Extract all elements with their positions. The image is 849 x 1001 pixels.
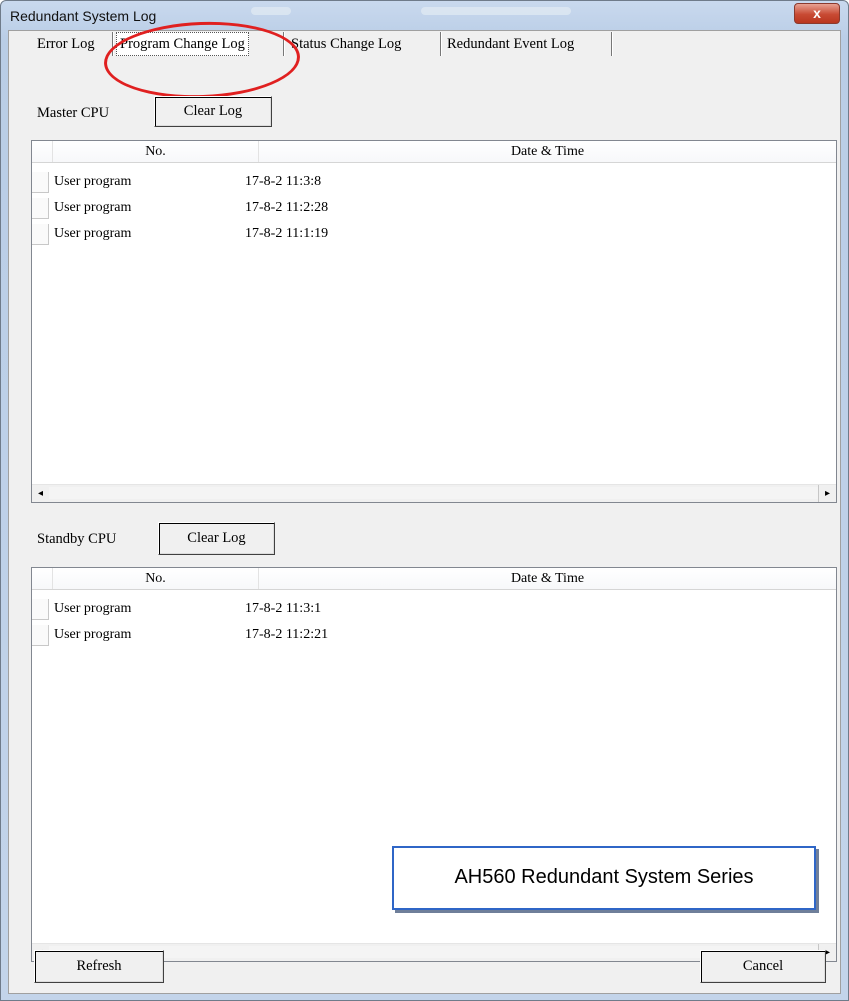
row-gutter <box>32 599 49 620</box>
window-title: Redundant System Log <box>10 8 157 24</box>
row-datetime: 17-8-2 11:3:1 <box>245 601 322 616</box>
row-no: User program <box>54 174 132 189</box>
close-button[interactable]: x <box>794 3 840 24</box>
tab-separator <box>611 32 613 56</box>
cancel-label: Cancel <box>742 958 784 974</box>
table-row[interactable]: User program 17-8-2 11:3:1 <box>32 597 836 621</box>
scroll-right-icon[interactable]: ▸ <box>819 485 836 502</box>
column-header-no[interactable]: No. <box>53 568 259 589</box>
master-cpu-label: Master CPU <box>37 105 110 121</box>
blurred-title-text <box>421 7 571 15</box>
standby-list-header: No. Date & Time <box>32 568 836 590</box>
tab-redundant-event-log[interactable]: Redundant Event Log <box>447 31 574 57</box>
row-gutter <box>32 198 49 219</box>
row-gutter <box>32 625 49 646</box>
table-row[interactable]: User program 17-8-2 11:3:8 <box>32 170 836 194</box>
header-gutter <box>32 141 53 162</box>
row-datetime: 17-8-2 11:3:8 <box>245 174 322 189</box>
scroll-track[interactable] <box>49 487 819 499</box>
title-bar[interactable]: Redundant System Log x <box>1 1 848 31</box>
row-gutter <box>32 224 49 245</box>
row-gutter <box>32 172 49 193</box>
row-datetime: 17-8-2 11:1:19 <box>245 226 329 241</box>
tab-separator <box>112 32 114 56</box>
column-header-datetime[interactable]: Date & Time <box>259 568 836 589</box>
row-datetime: 17-8-2 11:2:21 <box>245 627 329 642</box>
cancel-button[interactable]: Cancel <box>700 950 826 983</box>
tab-error-log[interactable]: Error Log <box>37 31 95 57</box>
row-datetime: 17-8-2 11:2:28 <box>245 200 329 215</box>
master-clear-log-button[interactable]: Clear Log <box>154 96 272 127</box>
column-header-no[interactable]: No. <box>53 141 259 162</box>
clear-log-label: Clear Log <box>183 103 243 119</box>
header-gutter <box>32 568 53 589</box>
table-row[interactable]: User program 17-8-2 11:1:19 <box>32 222 836 246</box>
master-horizontal-scrollbar[interactable]: ◂ ▸ <box>32 484 836 502</box>
tab-separator <box>283 32 285 56</box>
blurred-title-text <box>251 7 291 15</box>
row-no: User program <box>54 627 132 642</box>
standby-cpu-label: Standby CPU <box>37 531 117 547</box>
tab-program-change-log[interactable]: Program Change Log <box>116 32 249 56</box>
column-header-datetime[interactable]: Date & Time <box>259 141 836 162</box>
standby-clear-log-button[interactable]: Clear Log <box>158 522 275 555</box>
master-list-header: No. Date & Time <box>32 141 836 163</box>
refresh-button[interactable]: Refresh <box>34 950 164 983</box>
series-annotation-badge: AH560 Redundant System Series <box>392 846 816 910</box>
tab-status-change-log[interactable]: Status Change Log <box>291 31 401 57</box>
master-log-list[interactable]: No. Date & Time User program 17-8-2 11:3… <box>31 140 837 503</box>
row-no: User program <box>54 226 132 241</box>
scroll-left-icon[interactable]: ◂ <box>32 485 49 502</box>
clear-log-label: Clear Log <box>187 530 246 546</box>
close-icon: x <box>813 5 821 21</box>
table-row[interactable]: User program 17-8-2 11:2:21 <box>32 623 836 647</box>
table-row[interactable]: User program 17-8-2 11:2:28 <box>32 196 836 220</box>
row-no: User program <box>54 200 132 215</box>
tab-separator <box>440 32 442 56</box>
row-no: User program <box>54 601 132 616</box>
refresh-label: Refresh <box>76 958 122 974</box>
